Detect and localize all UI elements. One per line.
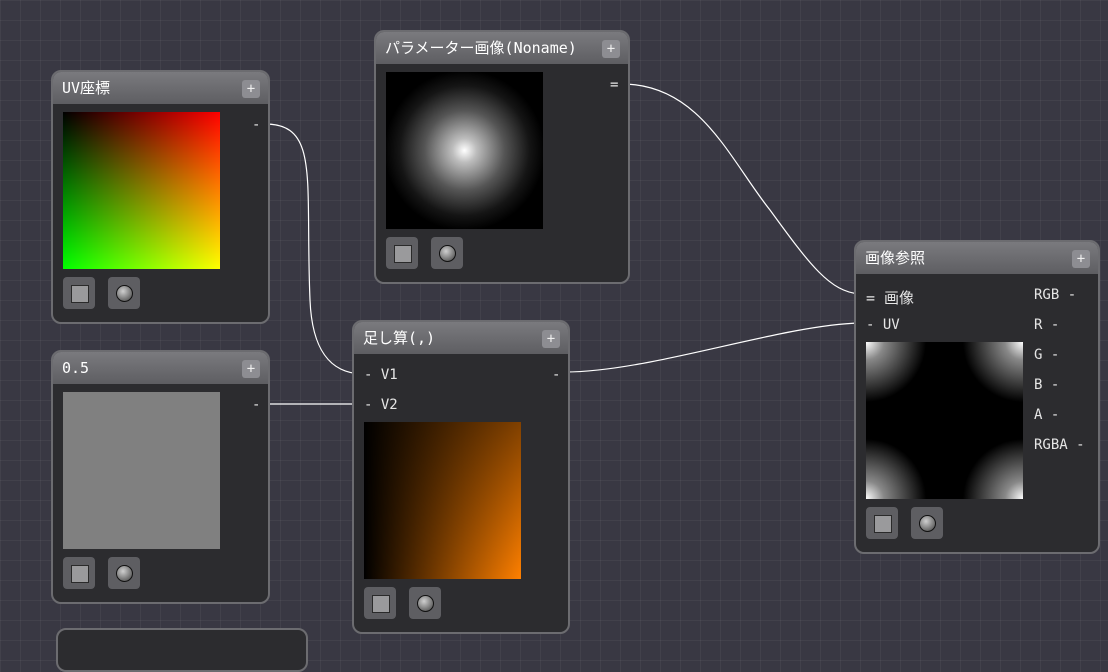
square-icon[interactable]	[386, 237, 418, 269]
image-reference-node[interactable]: 画像参照 + = 画像 - UV RGB - R - G - B - A - R…	[854, 240, 1100, 554]
input-port-image[interactable]: = 画像	[866, 287, 914, 308]
output-port[interactable]: -	[252, 117, 260, 133]
plus-icon[interactable]: +	[242, 360, 260, 378]
wire-add-to-uv	[564, 322, 861, 373]
node-header[interactable]: 0.5 +	[53, 352, 268, 384]
square-icon[interactable]	[63, 277, 95, 309]
node-header[interactable]: 足し算(,) +	[354, 322, 568, 354]
output-port-a[interactable]: A -	[1034, 407, 1059, 423]
add-node[interactable]: 足し算(,) + - V1 - V2 -	[352, 320, 570, 634]
gray-value-preview	[63, 392, 220, 549]
uv-gradient-preview	[63, 112, 220, 269]
plus-icon[interactable]: +	[242, 80, 260, 98]
output-port-r[interactable]: R -	[1034, 317, 1059, 333]
output-port[interactable]: =	[610, 77, 618, 93]
node-title: UV座標	[62, 79, 111, 97]
wire-uv-to-v1	[264, 123, 363, 375]
sphere-icon[interactable]	[108, 277, 140, 309]
output-port-rgba[interactable]: RGBA -	[1034, 437, 1085, 453]
uv-coordinate-node[interactable]: UV座標 + -	[51, 70, 270, 324]
output-port[interactable]: -	[552, 367, 560, 383]
parameter-image-node[interactable]: パラメーター画像(Noname) + =	[374, 30, 630, 284]
square-icon[interactable]	[866, 507, 898, 539]
sphere-icon[interactable]	[431, 237, 463, 269]
node-header[interactable]: UV座標 +	[53, 72, 268, 104]
radial-image-preview	[386, 72, 543, 229]
sphere-icon[interactable]	[911, 507, 943, 539]
square-icon[interactable]	[364, 587, 396, 619]
node-header[interactable]: パラメーター画像(Noname) +	[376, 32, 628, 64]
input-port-v2[interactable]: - V2	[364, 397, 398, 413]
constant-value-node[interactable]: 0.5 + -	[51, 350, 270, 604]
sampled-image-preview	[866, 342, 1023, 499]
square-icon[interactable]	[63, 557, 95, 589]
sphere-icon[interactable]	[108, 557, 140, 589]
node-title: 足し算(,)	[363, 329, 436, 347]
plus-icon[interactable]: +	[602, 40, 620, 58]
output-port-rgb[interactable]: RGB -	[1034, 287, 1076, 303]
input-port-uv[interactable]: - UV	[866, 317, 900, 333]
node-title: パラメーター画像(Noname)	[385, 39, 577, 57]
plus-icon[interactable]: +	[542, 330, 560, 348]
input-port-v1[interactable]: - V1	[364, 367, 398, 383]
node-header[interactable]: 画像参照 +	[856, 242, 1098, 274]
output-port[interactable]: -	[252, 397, 260, 413]
wire-param-to-image	[621, 83, 861, 295]
node-title: 画像参照	[865, 249, 926, 267]
output-port-g[interactable]: G -	[1034, 347, 1059, 363]
plus-icon[interactable]: +	[1072, 250, 1090, 268]
sum-gradient-overlay	[364, 422, 521, 579]
sphere-icon[interactable]	[409, 587, 441, 619]
node-title: 0.5	[62, 359, 90, 377]
output-port-b[interactable]: B -	[1034, 377, 1059, 393]
